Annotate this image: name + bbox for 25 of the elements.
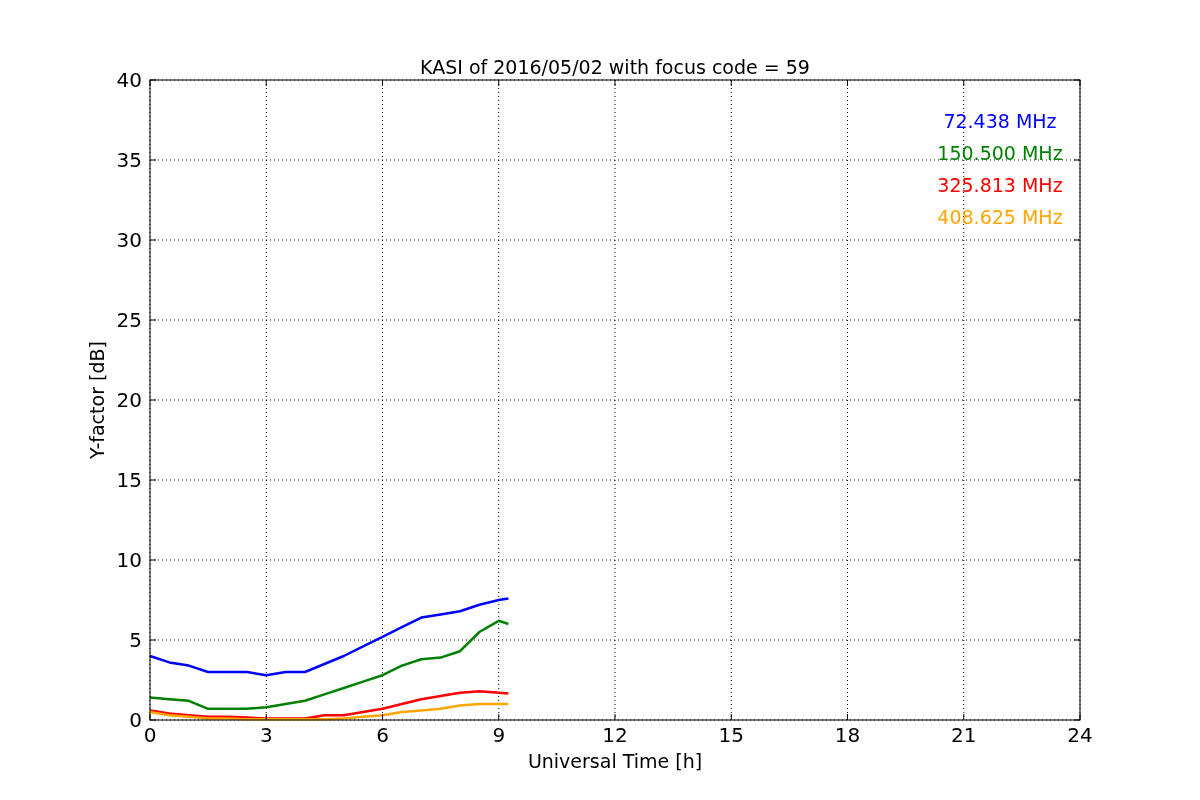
y-tick-label: 30: [116, 228, 142, 252]
chart-title: KASI of 2016/05/02 with focus code = 59: [420, 56, 810, 78]
y-tick-label: 35: [116, 148, 142, 172]
x-tick-label: 15: [718, 723, 744, 747]
x-axis-label: Universal Time [h]: [527, 750, 703, 772]
x-tick-label: 3: [259, 723, 273, 747]
y-tick-label: 10: [116, 548, 142, 572]
y-tick-label: 0: [129, 708, 142, 732]
legend-label: 150.500 MHz: [937, 142, 1063, 164]
x-tick-label: 6: [376, 723, 389, 747]
legend-label: 325.813 MHz: [937, 174, 1063, 196]
legend-label: 72.438 MHz: [943, 110, 1057, 132]
x-tick-label: 12: [602, 723, 628, 747]
x-tick-label: 9: [492, 723, 506, 747]
y-tick-label: 20: [116, 388, 142, 412]
x-tick-label: 21: [951, 723, 977, 747]
y-tick-label: 5: [129, 628, 142, 652]
legend-label: 408.625 MHz: [937, 206, 1063, 228]
x-tick-label: 24: [1067, 723, 1093, 747]
y-tick-label: 15: [116, 468, 142, 492]
y-tick-label: 25: [116, 308, 142, 332]
y-axis-label: Y-factor [dB]: [86, 341, 108, 459]
x-tick-label: 18: [834, 723, 861, 747]
y-tick-label: 40: [116, 68, 142, 92]
x-tick-label: 0: [143, 723, 157, 747]
